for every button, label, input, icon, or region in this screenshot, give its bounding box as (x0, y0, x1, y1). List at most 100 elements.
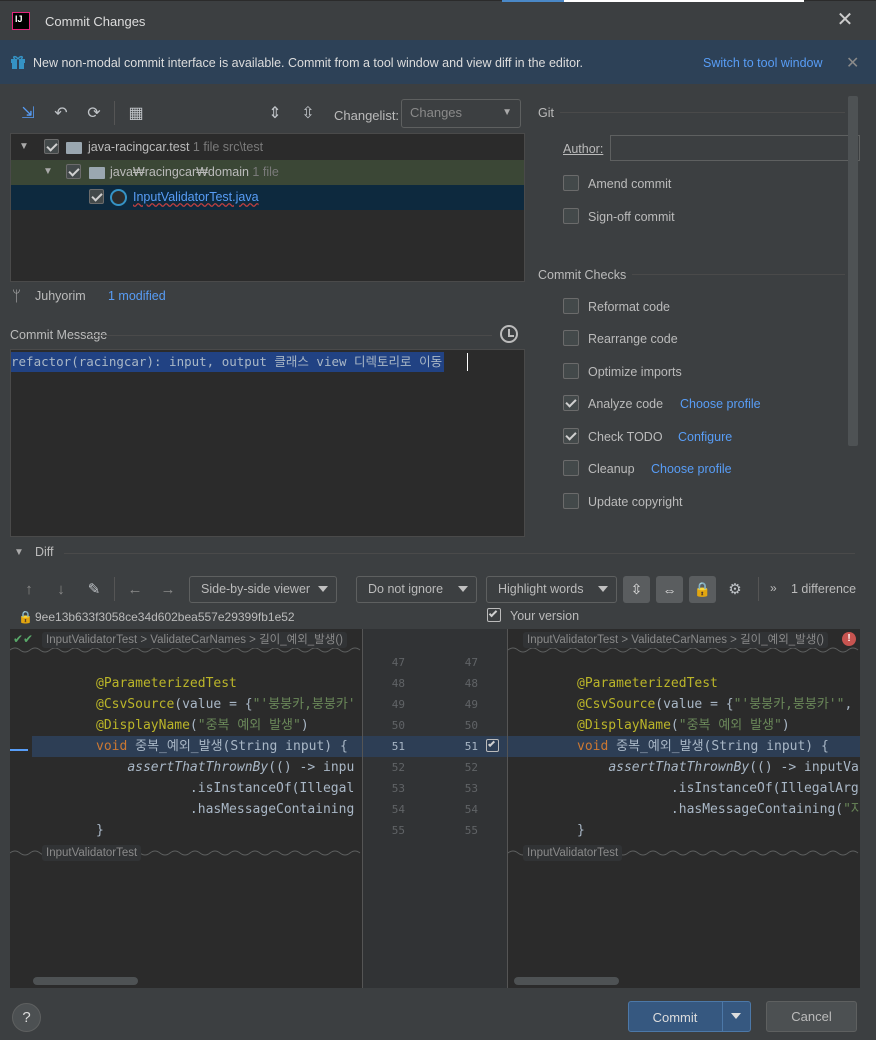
expand-all-icon[interactable]: ⇕ (264, 102, 286, 124)
left-breadcrumb[interactable]: InputValidatorTest > ValidateCarNames > … (42, 632, 348, 648)
check-label[interactable]: Update copyright (588, 495, 683, 509)
chevron-down-icon[interactable]: ▼ (43, 166, 53, 177)
right-line-number: 47 (464, 656, 478, 669)
collapse-unchanged-icon[interactable]: ⇳ (623, 576, 650, 603)
check-label[interactable]: Cleanup (588, 462, 635, 476)
text-cursor (467, 353, 468, 371)
highlight-select[interactable]: Highlight words (486, 576, 617, 603)
cancel-button[interactable]: Cancel (766, 1001, 857, 1032)
chevron-down-icon[interactable]: ▼ (14, 547, 24, 558)
back-arrow-icon[interactable]: ← (124, 578, 146, 600)
clock-history-icon[interactable] (500, 325, 518, 343)
branch-name[interactable]: Juhyorim (35, 289, 86, 303)
error-icon[interactable]: ! (842, 632, 856, 646)
help-button[interactable]: ? (12, 1003, 41, 1032)
difference-count: 1 difference (791, 582, 857, 596)
author-input[interactable] (610, 135, 860, 161)
left-footer-breadcrumb[interactable]: InputValidatorTest (42, 845, 142, 861)
check-checkbox[interactable] (563, 428, 579, 444)
left-code-line: @DisplayName("중복 예외 발생") (96, 718, 309, 733)
check-label[interactable]: Check TODO (588, 430, 663, 444)
undo-icon[interactable]: ↶ (50, 102, 72, 124)
prev-difference-icon[interactable]: ↑ (18, 578, 40, 600)
double-chevron-icon[interactable]: » (770, 581, 777, 595)
dropdown-arrow-icon (318, 586, 328, 592)
check-checkbox[interactable] (563, 395, 579, 411)
check-label[interactable]: Reformat code (588, 300, 670, 314)
sync-scroll-icon[interactable]: ⇔ (656, 576, 683, 603)
forward-arrow-icon[interactable]: → (157, 578, 179, 600)
git-option-checkbox[interactable] (563, 175, 579, 191)
left-line-number: 52 (391, 761, 405, 774)
diff-section-title: Diff (35, 545, 54, 559)
refresh-icon[interactable]: ⟳ (83, 102, 105, 124)
right-code-line: @ParameterizedTest (577, 676, 718, 691)
right-code-line: @CsvSource(value = {"'붕붕카,붕붕카'", (577, 697, 853, 712)
settings-gear-icon[interactable]: ⚙ (724, 578, 746, 600)
chevron-down-icon: ▼ (502, 107, 512, 118)
left-code-line: } (96, 823, 104, 838)
right-line-number: 55 (464, 824, 478, 837)
banner-close-icon[interactable]: ✕ (846, 53, 859, 73)
switch-to-tool-window-link[interactable]: Switch to tool window (703, 56, 823, 70)
git-option-checkbox[interactable] (563, 208, 579, 224)
left-line-number: 51 (391, 740, 405, 753)
check-checkbox[interactable] (563, 363, 579, 379)
rollback-arrows-icon[interactable]: ⇲ (17, 102, 39, 124)
inspection-ok-icon: ✔✔ (13, 632, 34, 646)
check-config-link[interactable]: Choose profile (651, 462, 732, 476)
check-label[interactable]: Optimize imports (588, 365, 682, 379)
right-panel-scrollbar[interactable] (848, 96, 858, 446)
tree-row-file[interactable]: InputValidatorTest.java (11, 185, 524, 210)
branch-icon: ᛘ (12, 288, 22, 305)
toolbar-separator (114, 577, 115, 601)
module-checkbox[interactable] (44, 139, 59, 154)
left-hscroll-thumb[interactable] (33, 977, 138, 985)
check-checkbox[interactable] (563, 460, 579, 476)
include-change-checkbox[interactable] (486, 739, 499, 752)
file-checkbox[interactable] (89, 189, 104, 204)
right-code-line: .isInstanceOf(IllegalArg (670, 781, 859, 796)
gutter-border-left (362, 629, 363, 988)
check-checkbox[interactable] (563, 493, 579, 509)
git-option-label[interactable]: Amend commit (588, 177, 671, 191)
left-line-number: 53 (391, 782, 405, 795)
check-config-link[interactable]: Choose profile (680, 397, 761, 411)
tree-row-folder[interactable]: ▼ java₩racingcar₩domain 1 file (11, 160, 524, 185)
commit-options-arrow-icon[interactable] (731, 1013, 741, 1019)
collapse-all-icon[interactable]: ⇳ (297, 102, 319, 124)
folder-checkbox[interactable] (66, 164, 81, 179)
tree-row-module[interactable]: ▼ java-racingcar.test 1 file src\test (11, 135, 524, 160)
next-difference-icon[interactable]: ↓ (50, 578, 72, 600)
toolbar-separator (114, 101, 115, 125)
left-line-number: 54 (391, 803, 405, 816)
right-line-number: 51 (464, 740, 478, 753)
edit-source-icon[interactable]: ✎ (83, 578, 105, 600)
ignore-select[interactable]: Do not ignore (356, 576, 477, 603)
group-by-icon[interactable]: ▦ (125, 102, 147, 124)
your-version-checkbox[interactable] (487, 608, 501, 622)
check-checkbox[interactable] (563, 330, 579, 346)
right-footer-breadcrumb[interactable]: InputValidatorTest (523, 845, 623, 861)
banner-message: New non-modal commit interface is availa… (33, 56, 584, 70)
changelist-select[interactable]: Changes ▼ (401, 99, 521, 128)
check-checkbox[interactable] (563, 298, 579, 314)
right-line-number: 52 (464, 761, 478, 774)
commit-message-input[interactable] (10, 349, 525, 537)
right-hscroll-thumb[interactable] (514, 977, 619, 985)
changes-tree: ▼ java-racingcar.test 1 file src\test ▼ … (10, 133, 525, 282)
check-label[interactable]: Analyze code (588, 397, 663, 411)
check-label[interactable]: Rearrange code (588, 332, 678, 346)
gift-icon (11, 55, 25, 69)
changelist-label: Changelist: (334, 108, 400, 123)
git-option-label[interactable]: Sign-off commit (588, 210, 675, 224)
right-breadcrumb[interactable]: InputValidatorTest > ValidateCarNames > … (523, 632, 829, 648)
commit-button-label[interactable]: Commit (628, 1010, 722, 1025)
chevron-down-icon[interactable]: ▼ (19, 141, 29, 152)
commit-message-text: refactor(racingcar): input, output 클래스 v… (11, 352, 445, 372)
close-icon[interactable]: ✕ (835, 10, 855, 30)
viewer-select[interactable]: Side-by-side viewer (189, 576, 337, 603)
lock-icon[interactable]: 🔒 (689, 576, 716, 603)
check-config-link[interactable]: Configure (678, 430, 732, 444)
title-accent-white (564, 0, 804, 2)
